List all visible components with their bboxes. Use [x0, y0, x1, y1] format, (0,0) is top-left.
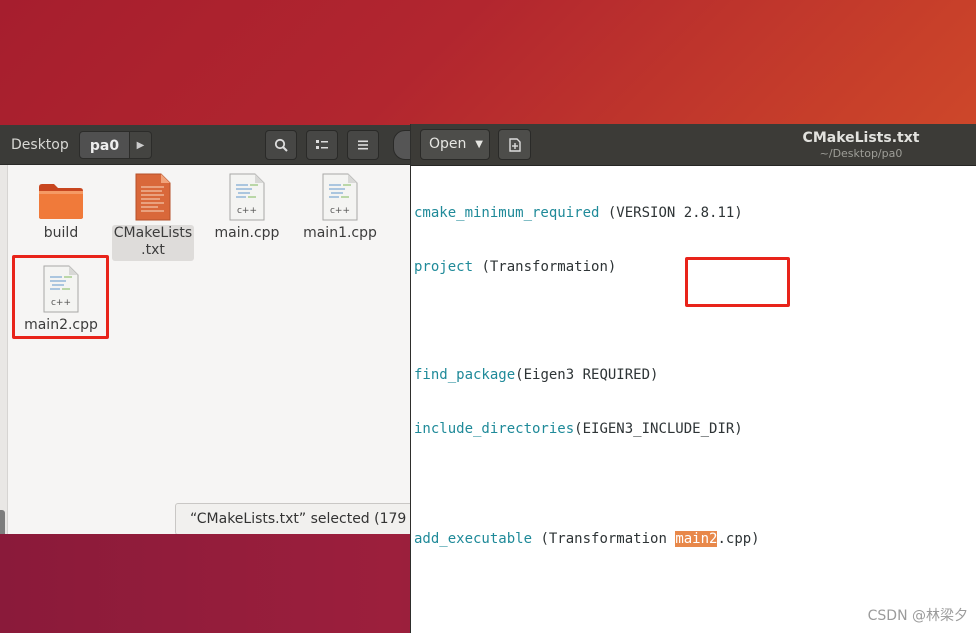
svg-text:c++: c++ [237, 206, 257, 216]
code-args: (Transformation) [473, 259, 617, 275]
text-file-icon [135, 173, 171, 221]
code-line: find_package(Eigen3 REQUIRED) [414, 366, 974, 384]
code-function: add_executable [414, 531, 533, 547]
list-view-icon [316, 140, 328, 149]
annotation-highlight-main2-code [685, 257, 790, 307]
dropdown-caret-icon: ▼ [475, 139, 483, 150]
file-item-build[interactable]: build [16, 181, 106, 242]
editor-header: Open ▼ CMakeLists.txt ~/Desktop/pa0 [411, 124, 976, 166]
new-document-icon [508, 137, 521, 152]
search-button[interactable] [265, 130, 297, 160]
file-item-main1-cpp[interactable]: c++ main1.cpp [295, 173, 385, 242]
code-args: (EIGEN3_INCLUDE_DIR) [574, 421, 743, 437]
breadcrumb-pa0[interactable]: pa0 [79, 131, 130, 159]
file-label: main1.cpp [303, 225, 377, 241]
sidebar-edge [0, 165, 8, 534]
file-item-main-cpp[interactable]: c++ main.cpp [202, 173, 292, 242]
selection-status: “CMakeLists.txt” selected (179 bytes) [175, 503, 412, 534]
cpp-file-icon: c++ [322, 173, 358, 221]
code-args: (Eigen3 REQUIRED) [515, 367, 659, 383]
code-line: cmake_minimum_required (VERSION 2.8.11) [414, 204, 974, 222]
document-title: CMakeLists.txt [802, 130, 920, 146]
open-button[interactable]: Open ▼ [420, 129, 490, 160]
breadcrumb-desktop[interactable]: Desktop [0, 131, 76, 159]
code-function: find_package [414, 367, 516, 383]
code-args: (Transformation [532, 531, 676, 547]
hamburger-icon [358, 140, 368, 150]
file-label: build [43, 225, 79, 241]
cpp-file-icon: c++ [229, 173, 265, 221]
code-line: add_executable (Transformation main2.cpp… [414, 530, 974, 548]
folder-icon [39, 184, 83, 219]
file-item-cmakelists[interactable]: CMakeLists .txt [108, 173, 198, 261]
document-path: ~/Desktop/pa0 [819, 147, 903, 160]
sidebar-scroll-handle[interactable] [0, 510, 5, 534]
open-button-label: Open [429, 136, 467, 152]
file-label: main.cpp [214, 225, 280, 241]
file-manager-window: Desktop pa0 ▶ build CMakeLists .txt c++ … [0, 125, 412, 534]
code-function: cmake_minimum_required [414, 205, 600, 221]
text-editor-window: Open ▼ CMakeLists.txt ~/Desktop/pa0 cmak… [410, 124, 976, 633]
view-options-button[interactable] [306, 130, 338, 160]
code-function: include_directories [414, 421, 575, 437]
code-args: .cpp) [717, 531, 760, 547]
breadcrumb-forward-icon[interactable]: ▶ [130, 131, 152, 159]
selected-text: main2 [675, 531, 718, 547]
code-line: include_directories(EIGEN3_INCLUDE_DIR) [414, 420, 974, 438]
annotation-highlight-main2-file [12, 255, 109, 339]
code-args: (VERSION 2.8.11) [599, 205, 743, 221]
new-document-button[interactable] [498, 129, 531, 160]
search-icon [274, 138, 288, 152]
menu-button[interactable] [347, 130, 379, 160]
svg-text:c++: c++ [330, 206, 350, 216]
code-function: project [414, 259, 474, 275]
file-label: CMakeLists .txt [111, 225, 195, 261]
watermark: CSDN @林梁夕 [867, 608, 968, 624]
code-area[interactable]: cmake_minimum_required (VERSION 2.8.11) … [414, 168, 974, 584]
file-manager-header: Desktop pa0 ▶ [0, 125, 412, 165]
